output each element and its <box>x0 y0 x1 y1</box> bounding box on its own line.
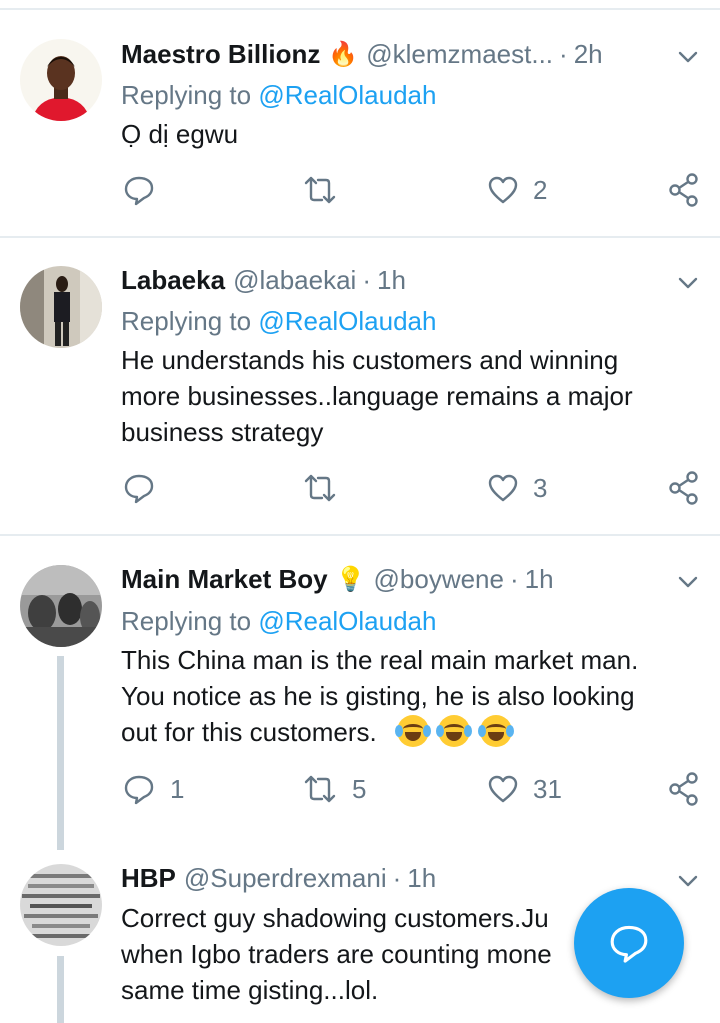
tears-of-joy-emoji <box>395 715 432 747</box>
chevron-down-icon[interactable] <box>676 45 700 69</box>
timestamp[interactable]: 1h <box>525 564 554 595</box>
avatar[interactable] <box>20 864 102 946</box>
like-button[interactable]: 31 <box>487 769 562 809</box>
reply-button[interactable] <box>122 468 170 508</box>
replying-to: Replying to @RealOlaudah <box>121 606 436 637</box>
like-count: 31 <box>533 773 562 804</box>
display-name[interactable]: Main Market Boy <box>121 564 328 595</box>
heart-icon <box>488 474 518 502</box>
fire-emoji: 🔥 <box>328 40 359 68</box>
retweet-button[interactable] <box>302 468 352 508</box>
reply-icon <box>124 176 154 206</box>
tweet-text-line: more businesses..language remains a majo… <box>121 381 633 411</box>
separator-dot: · <box>559 38 568 69</box>
user-handle[interactable]: @boywene <box>374 564 504 595</box>
tweet-text-line: out for this customers. <box>121 714 701 750</box>
replying-to-label: Replying to <box>121 606 252 636</box>
heart-icon <box>488 176 518 204</box>
reply-count: 1 <box>170 773 185 804</box>
retweet-count: 5 <box>352 773 367 804</box>
tears-of-joy-emoji <box>477 715 514 747</box>
replying-to: Replying to @RealOlaudah <box>121 80 436 111</box>
reply-mention[interactable]: @RealOlaudah <box>258 606 436 636</box>
heart-icon <box>488 775 518 803</box>
chevron-down-icon[interactable] <box>676 271 700 295</box>
tweet-header: Labaeka @labaekai · 1h <box>121 262 406 298</box>
avatar[interactable] <box>20 266 102 348</box>
tweet-divider <box>0 236 720 238</box>
reply-icon <box>124 775 154 805</box>
replying-to-label: Replying to <box>121 80 252 110</box>
compose-reply-icon <box>610 925 648 963</box>
tweet-text: He understands his customers and winning… <box>121 342 701 450</box>
timestamp[interactable]: 1h <box>377 265 406 296</box>
retweet-icon <box>304 176 336 204</box>
display-name[interactable]: HBP <box>121 863 176 894</box>
like-button[interactable]: 2 <box>487 170 547 210</box>
like-button[interactable]: 3 <box>487 468 547 508</box>
avatar[interactable] <box>20 39 102 121</box>
tweet-text-line: business strategy <box>121 417 324 447</box>
reply-mention[interactable]: @RealOlaudah <box>258 80 436 110</box>
tweet-header: HBP @Superdrexmani · 1h <box>121 860 436 896</box>
display-name[interactable]: Maestro Billionz <box>121 39 320 70</box>
share-button[interactable] <box>668 468 700 508</box>
display-name[interactable]: Labaeka <box>121 265 225 296</box>
tweet-text: This China man is the real main market m… <box>121 642 701 750</box>
timestamp[interactable]: 2h <box>574 39 603 70</box>
retweet-icon <box>304 775 336 803</box>
top-divider <box>0 8 720 10</box>
lightbulb-emoji: 💡 <box>335 565 366 593</box>
reply-button[interactable]: 1 <box>122 769 184 809</box>
share-icon <box>669 173 698 207</box>
retweet-button[interactable] <box>302 170 352 210</box>
user-handle[interactable]: @klemzmaest... <box>366 39 553 70</box>
tweet-text-line: You notice as he is gisting, he is also … <box>121 681 635 711</box>
user-handle[interactable]: @labaekai <box>233 265 356 296</box>
share-icon <box>669 772 698 806</box>
retweet-icon <box>304 474 336 502</box>
separator-dot: · <box>362 264 371 295</box>
separator-dot: · <box>509 563 519 594</box>
thread-line <box>57 956 64 1023</box>
retweet-button[interactable]: 5 <box>302 769 366 809</box>
replying-to: Replying to @RealOlaudah <box>121 306 436 337</box>
tweet-text-line: He understands his customers and winning <box>121 345 619 375</box>
tweet-text-line-text: out for this customers. <box>121 717 377 747</box>
timestamp[interactable]: 1h <box>407 863 436 894</box>
share-button[interactable] <box>668 170 700 210</box>
tears-of-joy-emoji <box>436 715 473 747</box>
reply-button[interactable] <box>122 170 170 210</box>
user-handle[interactable]: @Superdrexmani <box>184 863 387 894</box>
thread-line <box>57 656 64 850</box>
share-button[interactable] <box>668 769 700 809</box>
reply-mention[interactable]: @RealOlaudah <box>258 306 436 336</box>
separator-dot: · <box>392 862 402 893</box>
compose-reply-button[interactable] <box>574 888 684 998</box>
tweet-text-line: This China man is the real main market m… <box>121 645 639 675</box>
tweet-header: Maestro Billionz 🔥 @klemzmaest... · 2h <box>121 36 603 72</box>
like-count: 3 <box>533 472 548 503</box>
replying-to-label: Replying to <box>121 306 252 336</box>
tweet-text: Ọ dị egwu <box>121 119 239 149</box>
chevron-down-icon[interactable] <box>676 570 700 594</box>
avatar[interactable] <box>20 565 102 647</box>
tweet-divider <box>0 534 720 536</box>
tweet-header: Main Market Boy 💡 @boywene · 1h <box>121 561 554 597</box>
chevron-down-icon[interactable] <box>676 869 700 893</box>
like-count: 2 <box>533 174 548 205</box>
share-icon <box>669 471 698 505</box>
reply-icon <box>124 474 154 504</box>
